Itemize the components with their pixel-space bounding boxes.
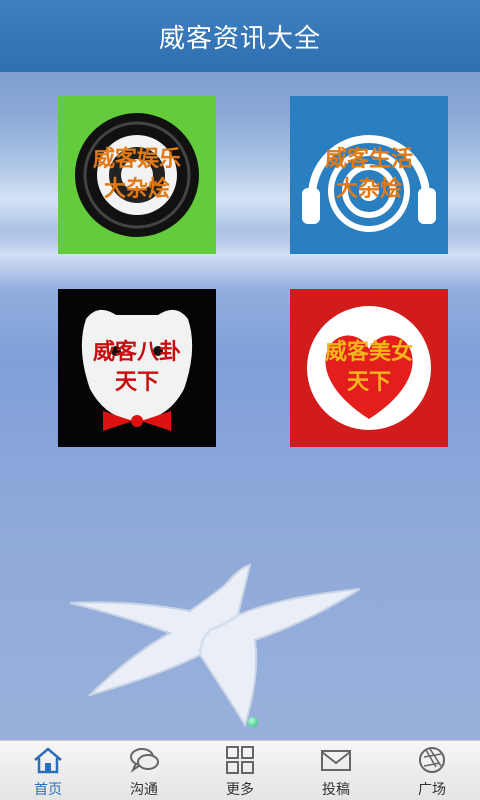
mail-icon bbox=[321, 750, 351, 771]
tab-plaza[interactable]: 广场 bbox=[384, 741, 480, 800]
tab-label: 首页 bbox=[34, 782, 62, 798]
chat-icon bbox=[130, 748, 159, 773]
tab-more[interactable]: 更多 bbox=[192, 741, 288, 800]
grid-icon bbox=[226, 746, 254, 774]
tab-chat[interactable]: 沟通 bbox=[96, 741, 192, 800]
page-title: 威客资讯大全 bbox=[158, 23, 321, 54]
tile-label: 威客生活 大杂烩 bbox=[324, 147, 413, 202]
tile-beauty[interactable]: 威客美女 天下 bbox=[290, 289, 448, 447]
tile-gossip[interactable]: 威客八卦 天下 bbox=[58, 289, 216, 447]
tile-label: 威客娱乐 大杂烩 bbox=[92, 147, 181, 202]
tile-entertainment[interactable]: 威客娱乐 大杂烩 bbox=[58, 96, 216, 254]
app-screen: 威客资讯大全 威客娱乐 大杂烩 威客生活 大杂烩 威客八卦 天下 威客美女 天下… bbox=[0, 0, 480, 800]
starfish-image bbox=[69, 563, 361, 728]
aperture-icon bbox=[419, 747, 445, 773]
tile-label: 威客美女 天下 bbox=[324, 340, 413, 395]
home-icon bbox=[34, 747, 62, 774]
bottom-tab-bar: 首页 沟通 更多 投稿 广场 bbox=[0, 740, 480, 800]
page-indicator-dot bbox=[248, 717, 258, 727]
tab-label: 广场 bbox=[418, 782, 446, 798]
tab-label: 沟通 bbox=[130, 782, 158, 798]
tab-label: 更多 bbox=[226, 782, 254, 798]
tab-home[interactable]: 首页 bbox=[0, 741, 96, 800]
tile-label: 威客八卦 天下 bbox=[92, 340, 181, 395]
title-bar: 威客资讯大全 bbox=[0, 0, 480, 72]
tile-lifestyle[interactable]: 威客生活 大杂烩 bbox=[290, 96, 448, 254]
tab-label: 投稿 bbox=[322, 782, 350, 798]
tab-submit[interactable]: 投稿 bbox=[288, 741, 384, 800]
